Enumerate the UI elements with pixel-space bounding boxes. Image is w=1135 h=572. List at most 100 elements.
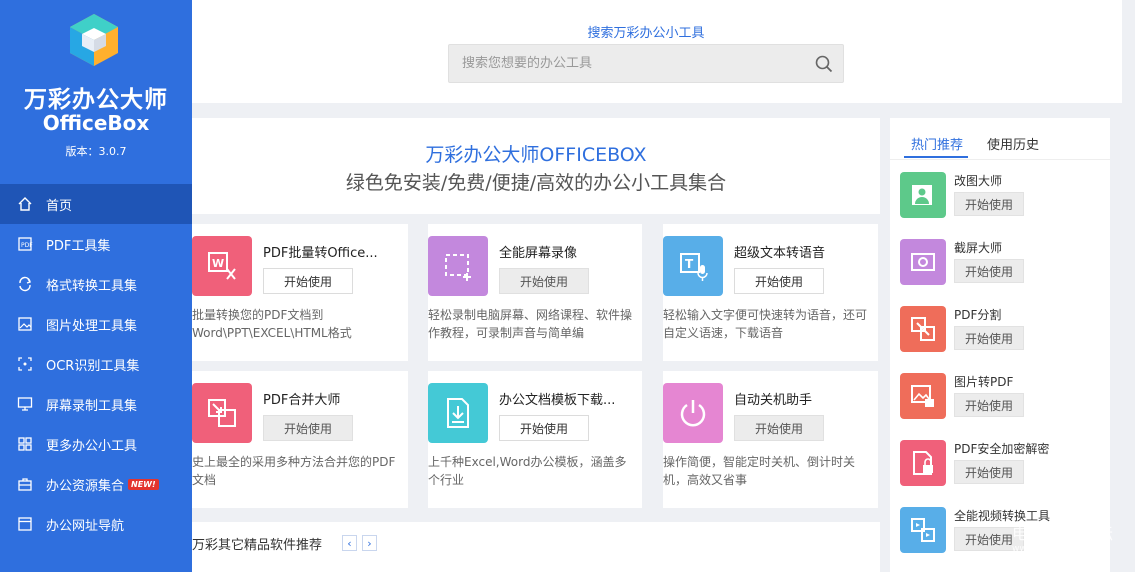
next-arrow-button[interactable]: › xyxy=(362,535,377,551)
watermark-text: 电脑软件论坛 xyxy=(1012,524,1115,543)
hot-item-pdf-split[interactable]: PDF分割 开始使用 xyxy=(900,306,1110,354)
hot-item-screenshot[interactable]: 截屏大师 开始使用 xyxy=(900,239,1110,287)
screenshot-icon xyxy=(900,239,946,285)
tool-card-screen-record[interactable]: 全能屏幕录像 开始使用 轻松录制电脑屏幕、网络课程、软件操作教程，可录制声音与简… xyxy=(428,224,642,361)
hot-panel-tabs: 热门推荐 使用历史 xyxy=(890,118,1110,160)
watermark: 电脑软件论坛 www.pcpcsx.com xyxy=(1012,520,1135,572)
search-icon[interactable] xyxy=(815,55,833,73)
tool-description: 史上最全的采用多种方法合并您的PDF文档 xyxy=(192,455,396,487)
hot-item-name: PDF安全加密解密 xyxy=(954,442,1050,456)
sidebar-item-screen-record[interactable]: 屏幕录制工具集 xyxy=(0,384,192,424)
tool-card-auto-shutdown[interactable]: 自动关机助手 开始使用 操作简便，智能定时关机、倒计时关机，高效又省事 xyxy=(663,371,878,508)
tool-card-doc-template[interactable]: 办公文档模板下载... 开始使用 上千种Excel,Word办公模板，涵盖多个行… xyxy=(428,371,642,508)
prev-arrow-button[interactable]: ‹ xyxy=(342,535,357,551)
tab-hot[interactable]: 热门推荐 xyxy=(911,134,963,153)
hot-item-name: 图片转PDF xyxy=(954,375,1014,389)
hot-item-pdf-lock[interactable]: PDF安全加密解密 开始使用 xyxy=(900,440,1110,488)
start-button[interactable]: 开始使用 xyxy=(954,326,1024,350)
home-icon xyxy=(17,196,33,212)
hero-title: 万彩办公大师OFFICEBOX xyxy=(425,144,647,166)
sidebar-item-web-nav[interactable]: 办公网址导航 xyxy=(0,504,192,544)
hot-item-name: PDF分割 xyxy=(954,308,1002,322)
tab-underline xyxy=(904,156,968,158)
ocr-icon xyxy=(17,356,33,372)
start-button[interactable]: 开始使用 xyxy=(263,268,353,294)
sidebar-item-ocr-tools[interactable]: OCR识别工具集 xyxy=(0,344,192,384)
image-icon xyxy=(17,316,33,332)
start-button[interactable]: 开始使用 xyxy=(954,460,1024,484)
sidebar-item-more-tools[interactable]: 更多办公小工具 xyxy=(0,424,192,464)
sidebar-item-label: 办公网址导航 xyxy=(46,518,125,534)
tab-history[interactable]: 使用历史 xyxy=(987,134,1039,153)
convert-icon xyxy=(17,276,33,292)
sidebar-item-label: 更多办公小工具 xyxy=(46,438,138,454)
sidebar-item-label: OCR识别工具集 xyxy=(46,358,140,374)
browser-icon xyxy=(17,516,33,532)
photo-edit-icon xyxy=(900,172,946,218)
tool-description: 轻松录制电脑屏幕、网络课程、软件操作教程，可录制声音与简单编 xyxy=(428,308,633,340)
start-button[interactable]: 开始使用 xyxy=(954,393,1024,417)
pdf-split-icon xyxy=(900,306,946,352)
search-box xyxy=(448,44,844,83)
start-button[interactable]: 开始使用 xyxy=(954,192,1024,216)
tool-card-pdf-to-office[interactable]: W PDF批量转Office... 开始使用 批量转换您的PDF文档到Word\… xyxy=(192,224,408,361)
sidebar-item-label: 图片处理工具集 xyxy=(46,318,138,334)
hero-subtitle: 绿色免安装/免费/便捷/高效的办公小工具集合 xyxy=(345,172,727,194)
sidebar-item-home[interactable]: 首页 xyxy=(0,184,192,224)
hot-panel: 热门推荐 使用历史 改图大师 开始使用 截屏大师 开始使用 PDF分割 开始使用… xyxy=(890,118,1110,572)
sidebar-item-resources[interactable]: 办公资源集合 NEW! xyxy=(0,464,192,504)
sidebar: 万彩办公大师 OfficeBox 版本：3.0.7 首页 PDF PDF工具集 … xyxy=(0,0,192,572)
search-header: 搜索万彩办公小工具 xyxy=(192,0,1122,103)
document-template-icon xyxy=(428,383,488,443)
sidebar-nav: 首页 PDF PDF工具集 格式转换工具集 图片处理工具集 OCR识别工具集 屏… xyxy=(0,184,192,544)
app-name: 万彩办公大师 xyxy=(24,87,168,113)
start-button[interactable]: 开始使用 xyxy=(734,268,824,294)
tool-name: 超级文本转语音 xyxy=(734,246,826,261)
start-button[interactable]: 开始使用 xyxy=(499,268,589,294)
hot-item-image-to-pdf[interactable]: 图片转PDF 开始使用 xyxy=(900,373,1110,421)
sidebar-item-label: 办公资源集合 xyxy=(46,478,125,494)
tool-description: 轻松输入文字便可快速转为语音，还可自定义语速，下载语音 xyxy=(663,308,868,340)
sidebar-item-label: 屏幕录制工具集 xyxy=(46,398,138,414)
hot-item-photo-edit[interactable]: 改图大师 开始使用 xyxy=(900,172,1110,220)
tool-description: 操作简便，智能定时关机、倒计时关机，高效又省事 xyxy=(663,455,856,487)
recommend-section: 万彩其它精品软件推荐 ‹ › xyxy=(192,522,880,572)
hot-item-name: 改图大师 xyxy=(954,174,1003,188)
pdf-lock-icon xyxy=(900,440,946,486)
sidebar-item-image-tools[interactable]: 图片处理工具集 xyxy=(0,304,192,344)
app-name-en: OfficeBox xyxy=(42,111,150,135)
sidebar-item-pdf-tools[interactable]: PDF PDF工具集 xyxy=(0,224,192,264)
tool-name: 办公文档模板下载... xyxy=(499,393,616,408)
sidebar-item-format-convert[interactable]: 格式转换工具集 xyxy=(0,264,192,304)
tool-card-text-to-speech[interactable]: T 超级文本转语音 开始使用 轻松输入文字便可快速转为语音，还可自定义语速，下载… xyxy=(663,224,878,361)
power-icon xyxy=(663,383,723,443)
tool-card-pdf-merge[interactable]: PDF合并大师 开始使用 史上最全的采用多种方法合并您的PDF文档 xyxy=(192,371,408,508)
start-button[interactable]: 开始使用 xyxy=(954,259,1024,283)
version-label: 版本：3.0.7 xyxy=(65,145,127,158)
tool-name: PDF批量转Office... xyxy=(263,246,378,261)
search-input[interactable] xyxy=(449,45,799,82)
briefcase-icon xyxy=(17,476,33,492)
tool-description: 上千种Excel,Word办公模板，涵盖多个行业 xyxy=(428,455,627,487)
start-button[interactable]: 开始使用 xyxy=(263,415,353,441)
tool-name: 全能屏幕录像 xyxy=(499,246,578,261)
grid-icon xyxy=(17,436,33,452)
text-to-speech-icon: T xyxy=(663,236,723,296)
tool-name: 自动关机助手 xyxy=(734,393,813,408)
pdf-icon: PDF xyxy=(17,236,33,252)
sidebar-item-label: 格式转换工具集 xyxy=(46,278,138,294)
start-button[interactable]: 开始使用 xyxy=(734,415,824,441)
new-badge: NEW! xyxy=(128,478,159,490)
recommend-title: 万彩其它精品软件推荐 xyxy=(192,538,323,553)
tool-name: PDF合并大师 xyxy=(263,393,341,408)
hot-item-name: 截屏大师 xyxy=(954,241,1003,255)
svg-text:T: T xyxy=(685,257,694,271)
hero-banner: 万彩办公大师OFFICEBOX 绿色免安装/免费/便捷/高效的办公小工具集合 xyxy=(192,118,880,214)
sidebar-item-label: PDF工具集 xyxy=(46,238,111,254)
image-to-pdf-icon xyxy=(900,373,946,419)
screen-record-icon xyxy=(428,236,488,296)
search-title: 搜索万彩办公小工具 xyxy=(587,26,705,41)
start-button[interactable]: 开始使用 xyxy=(499,415,589,441)
watermark-url: www.pcpcsx.com xyxy=(1012,544,1090,554)
video-convert-icon xyxy=(900,507,946,553)
